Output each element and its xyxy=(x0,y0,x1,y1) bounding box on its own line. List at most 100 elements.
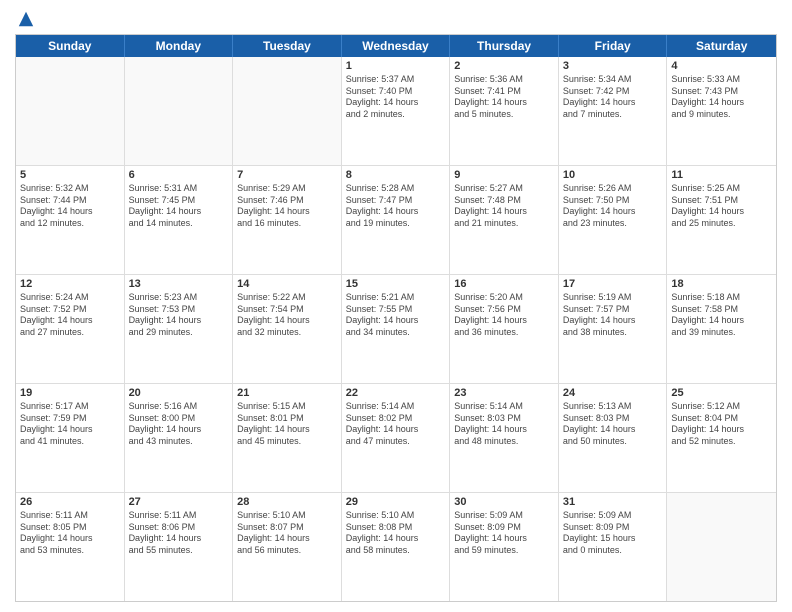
weekday-header-friday: Friday xyxy=(559,35,668,57)
day-cell-8: 8 Sunrise: 5:28 AM Sunset: 7:47 PM Daylig… xyxy=(342,166,451,274)
day-cell-20: 20 Sunrise: 5:16 AM Sunset: 8:00 PM Dayli… xyxy=(125,384,234,492)
cell-info: Sunrise: 5:24 AM Sunset: 7:52 PM Dayligh… xyxy=(20,292,120,339)
cell-info: Sunrise: 5:15 AM Sunset: 8:01 PM Dayligh… xyxy=(237,401,337,448)
calendar-header: SundayMondayTuesdayWednesdayThursdayFrid… xyxy=(16,35,776,57)
header xyxy=(15,10,777,28)
cell-info: Sunrise: 5:14 AM Sunset: 8:03 PM Dayligh… xyxy=(454,401,554,448)
day-cell-19: 19 Sunrise: 5:17 AM Sunset: 7:59 PM Dayli… xyxy=(16,384,125,492)
cell-info: Sunrise: 5:10 AM Sunset: 8:07 PM Dayligh… xyxy=(237,510,337,557)
calendar: SundayMondayTuesdayWednesdayThursdayFrid… xyxy=(15,34,777,602)
day-number: 12 xyxy=(20,278,120,290)
week-row-4: 19 Sunrise: 5:17 AM Sunset: 7:59 PM Dayli… xyxy=(16,384,776,493)
cell-info: Sunrise: 5:18 AM Sunset: 7:58 PM Dayligh… xyxy=(671,292,772,339)
day-number: 19 xyxy=(20,387,120,399)
day-cell-1: 1 Sunrise: 5:37 AM Sunset: 7:40 PM Daylig… xyxy=(342,57,451,165)
day-cell-23: 23 Sunrise: 5:14 AM Sunset: 8:03 PM Dayli… xyxy=(450,384,559,492)
cell-info: Sunrise: 5:17 AM Sunset: 7:59 PM Dayligh… xyxy=(20,401,120,448)
day-number: 9 xyxy=(454,169,554,181)
cell-info: Sunrise: 5:19 AM Sunset: 7:57 PM Dayligh… xyxy=(563,292,663,339)
day-number: 28 xyxy=(237,496,337,508)
day-cell-15: 15 Sunrise: 5:21 AM Sunset: 7:55 PM Dayli… xyxy=(342,275,451,383)
cell-info: Sunrise: 5:09 AM Sunset: 8:09 PM Dayligh… xyxy=(454,510,554,557)
day-cell-21: 21Sunrise: 5:15 AM Sunset: 8:01 PM Dayli… xyxy=(233,384,342,492)
day-number: 5 xyxy=(20,169,120,181)
day-number: 7 xyxy=(237,169,337,181)
cell-info: Sunrise: 5:16 AM Sunset: 8:00 PM Dayligh… xyxy=(129,401,229,448)
day-cell-27: 27Sunrise: 5:11 AM Sunset: 8:06 PM Dayli… xyxy=(125,493,234,601)
weekday-header-saturday: Saturday xyxy=(667,35,776,57)
cell-info: Sunrise: 5:34 AM Sunset: 7:42 PM Dayligh… xyxy=(563,74,663,121)
day-cell-4: 4 Sunrise: 5:33 AM Sunset: 7:43 PM Daylig… xyxy=(667,57,776,165)
weekday-header-tuesday: Tuesday xyxy=(233,35,342,57)
cell-info: Sunrise: 5:23 AM Sunset: 7:53 PM Dayligh… xyxy=(129,292,229,339)
cell-info: Sunrise: 5:14 AM Sunset: 8:02 PM Dayligh… xyxy=(346,401,446,448)
day-number: 8 xyxy=(346,169,446,181)
day-number: 15 xyxy=(346,278,446,290)
day-cell-29: 29 Sunrise: 5:10 AM Sunset: 8:08 PM Dayli… xyxy=(342,493,451,601)
day-number: 11 xyxy=(671,169,772,181)
week-row-1: 1 Sunrise: 5:37 AM Sunset: 7:40 PM Daylig… xyxy=(16,57,776,166)
cell-info: Sunrise: 5:25 AM Sunset: 7:51 PM Dayligh… xyxy=(671,183,772,230)
day-cell-25: 25 Sunrise: 5:12 AM Sunset: 8:04 PM Dayli… xyxy=(667,384,776,492)
cell-info: Sunrise: 5:36 AM Sunset: 7:41 PM Dayligh… xyxy=(454,74,554,121)
day-cell-11: 11 Sunrise: 5:25 AM Sunset: 7:51 PM Dayli… xyxy=(667,166,776,274)
day-number: 6 xyxy=(129,169,229,181)
weekday-header-sunday: Sunday xyxy=(16,35,125,57)
cell-info: Sunrise: 5:13 AM Sunset: 8:03 PM Dayligh… xyxy=(563,401,663,448)
day-number: 18 xyxy=(671,278,772,290)
cell-info: Sunrise: 5:20 AM Sunset: 7:56 PM Dayligh… xyxy=(454,292,554,339)
weekday-header-thursday: Thursday xyxy=(450,35,559,57)
day-cell-7: 7 Sunrise: 5:29 AM Sunset: 7:46 PM Daylig… xyxy=(233,166,342,274)
week-row-3: 12 Sunrise: 5:24 AM Sunset: 7:52 PM Dayli… xyxy=(16,275,776,384)
day-cell-9: 9Sunrise: 5:27 AM Sunset: 7:48 PM Daylig… xyxy=(450,166,559,274)
weekday-header-monday: Monday xyxy=(125,35,234,57)
cell-info: Sunrise: 5:11 AM Sunset: 8:05 PM Dayligh… xyxy=(20,510,120,557)
empty-cell xyxy=(233,57,342,165)
cell-info: Sunrise: 5:28 AM Sunset: 7:47 PM Dayligh… xyxy=(346,183,446,230)
day-cell-5: 5 Sunrise: 5:32 AM Sunset: 7:44 PM Daylig… xyxy=(16,166,125,274)
day-cell-10: 10 Sunrise: 5:26 AM Sunset: 7:50 PM Dayli… xyxy=(559,166,668,274)
cell-info: Sunrise: 5:33 AM Sunset: 7:43 PM Dayligh… xyxy=(671,74,772,121)
cell-info: Sunrise: 5:37 AM Sunset: 7:40 PM Dayligh… xyxy=(346,74,446,121)
day-number: 26 xyxy=(20,496,120,508)
cell-info: Sunrise: 5:32 AM Sunset: 7:44 PM Dayligh… xyxy=(20,183,120,230)
day-cell-30: 30 Sunrise: 5:09 AM Sunset: 8:09 PM Dayli… xyxy=(450,493,559,601)
day-number: 2 xyxy=(454,60,554,72)
logo-text xyxy=(15,10,35,28)
cell-info: Sunrise: 5:10 AM Sunset: 8:08 PM Dayligh… xyxy=(346,510,446,557)
day-cell-12: 12 Sunrise: 5:24 AM Sunset: 7:52 PM Dayli… xyxy=(16,275,125,383)
day-number: 23 xyxy=(454,387,554,399)
cell-info: Sunrise: 5:26 AM Sunset: 7:50 PM Dayligh… xyxy=(563,183,663,230)
day-number: 3 xyxy=(563,60,663,72)
empty-cell xyxy=(125,57,234,165)
day-cell-17: 17 Sunrise: 5:19 AM Sunset: 7:57 PM Dayli… xyxy=(559,275,668,383)
empty-cell xyxy=(667,493,776,601)
week-row-2: 5 Sunrise: 5:32 AM Sunset: 7:44 PM Daylig… xyxy=(16,166,776,275)
day-cell-6: 6 Sunrise: 5:31 AM Sunset: 7:45 PM Daylig… xyxy=(125,166,234,274)
weekday-header-wednesday: Wednesday xyxy=(342,35,451,57)
day-number: 29 xyxy=(346,496,446,508)
day-number: 25 xyxy=(671,387,772,399)
day-cell-3: 3 Sunrise: 5:34 AM Sunset: 7:42 PM Daylig… xyxy=(559,57,668,165)
cell-info: Sunrise: 5:31 AM Sunset: 7:45 PM Dayligh… xyxy=(129,183,229,230)
day-number: 20 xyxy=(129,387,229,399)
day-number: 16 xyxy=(454,278,554,290)
day-cell-22: 22Sunrise: 5:14 AM Sunset: 8:02 PM Dayli… xyxy=(342,384,451,492)
day-number: 14 xyxy=(237,278,337,290)
day-number: 4 xyxy=(671,60,772,72)
day-number: 10 xyxy=(563,169,663,181)
day-number: 17 xyxy=(563,278,663,290)
day-number: 24 xyxy=(563,387,663,399)
day-number: 30 xyxy=(454,496,554,508)
cell-info: Sunrise: 5:12 AM Sunset: 8:04 PM Dayligh… xyxy=(671,401,772,448)
cell-info: Sunrise: 5:29 AM Sunset: 7:46 PM Dayligh… xyxy=(237,183,337,230)
day-cell-14: 14Sunrise: 5:22 AM Sunset: 7:54 PM Dayli… xyxy=(233,275,342,383)
day-cell-18: 18 Sunrise: 5:18 AM Sunset: 7:58 PM Dayli… xyxy=(667,275,776,383)
day-number: 1 xyxy=(346,60,446,72)
day-number: 27 xyxy=(129,496,229,508)
week-row-5: 26 Sunrise: 5:11 AM Sunset: 8:05 PM Dayli… xyxy=(16,493,776,601)
day-cell-2: 2 Sunrise: 5:36 AM Sunset: 7:41 PM Daylig… xyxy=(450,57,559,165)
day-cell-28: 28 Sunrise: 5:10 AM Sunset: 8:07 PM Dayli… xyxy=(233,493,342,601)
cell-info: Sunrise: 5:21 AM Sunset: 7:55 PM Dayligh… xyxy=(346,292,446,339)
calendar-body: 1 Sunrise: 5:37 AM Sunset: 7:40 PM Daylig… xyxy=(16,57,776,601)
